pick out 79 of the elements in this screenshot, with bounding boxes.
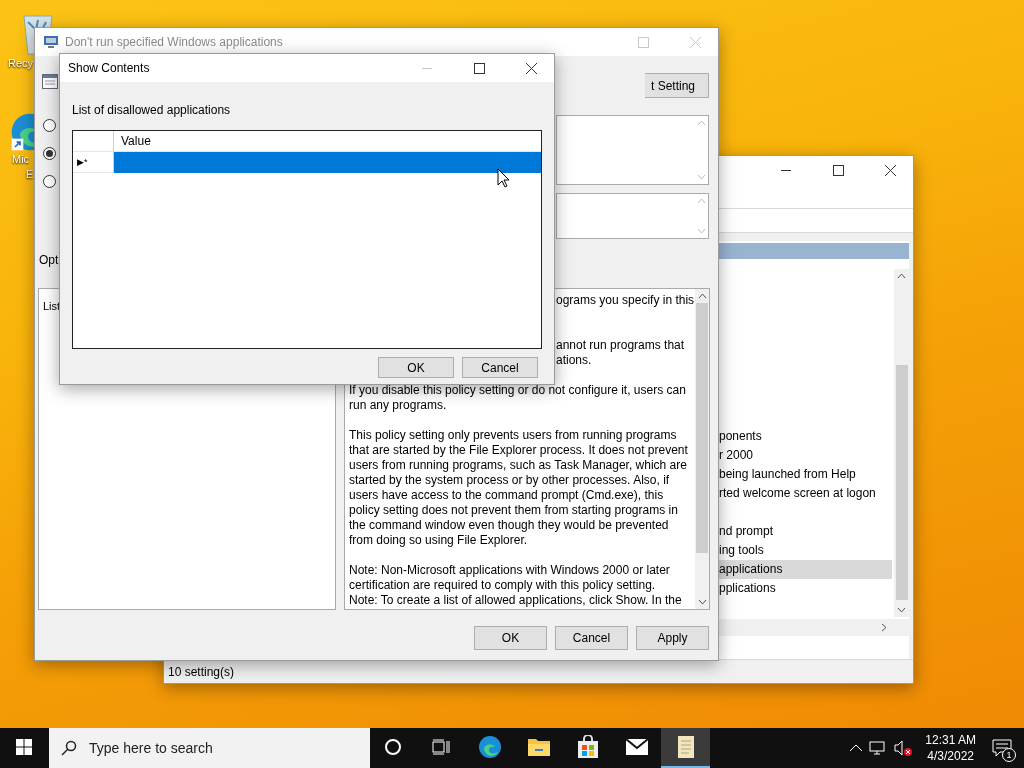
help-text: annot run programs that — [556, 338, 685, 353]
help-text: started by the system process or by other processes. Also, if — [349, 473, 670, 488]
cursor-icon — [497, 168, 510, 188]
arrow-right-icon[interactable] — [881, 623, 887, 632]
help-text: from doing so using File Explorer. — [349, 533, 528, 548]
value-cell[interactable] — [114, 152, 541, 173]
window-title: Don't run specified Windows applications — [65, 35, 283, 49]
help-text: policy setting does not prevent them from starting programs in — [349, 503, 678, 518]
corner-header — [73, 131, 114, 152]
arrow-down-icon[interactable] — [897, 607, 906, 613]
folder-icon — [526, 737, 551, 757]
taskbar-button[interactable] — [661, 728, 710, 768]
help-text: the command window even though they would be prevented — [349, 518, 669, 533]
desktop-icon-label: Recy — [8, 56, 34, 71]
radio-button[interactable] — [43, 147, 56, 160]
help-text: Note: To create a list of allowed applications, click Show. In the — [349, 593, 682, 608]
dialog-button[interactable]: OK — [474, 626, 547, 650]
maximize-icon[interactable] — [473, 62, 485, 74]
window-title: Show Contents — [68, 61, 150, 75]
help-text: If you disable this policy setting or do not configure it, users can — [349, 383, 686, 398]
close-icon[interactable] — [884, 164, 896, 176]
notification-count: 1 — [1002, 748, 1016, 762]
clock-date[interactable]: 4/3/2022 — [927, 748, 974, 764]
radio-button[interactable] — [43, 119, 56, 132]
help-text: This policy setting only prevents users from running programs — [349, 428, 677, 443]
radio-button[interactable] — [43, 175, 56, 188]
list-item[interactable]: pplications — [718, 579, 892, 598]
scrollbar[interactable] — [718, 619, 909, 636]
list-item[interactable]: being launched from Help — [718, 465, 892, 484]
network-icon[interactable] — [869, 740, 888, 756]
list-item[interactable]: rted welcome screen at logon — [718, 484, 892, 503]
arrow-up-icon[interactable] — [897, 273, 906, 279]
status-bar: 10 setting(s) — [164, 659, 913, 683]
help-text: certification are required to comply with this policy setting. — [349, 578, 656, 593]
help-text: users have access to the command prompt (Cmd.exe), this — [349, 488, 664, 503]
desktop-icon-label: Mic — [12, 152, 30, 167]
search-icon — [61, 740, 77, 756]
speech-bubble-icon — [992, 739, 1012, 757]
minimize-icon[interactable] — [781, 169, 791, 171]
list-item[interactable]: ing tools — [718, 541, 892, 560]
clock-time[interactable]: 12:31 AM — [925, 732, 976, 748]
list-item[interactable]: ponents — [718, 427, 892, 446]
list-item[interactable]: nd prompt — [718, 522, 892, 541]
volume-muted-icon[interactable] — [893, 739, 914, 757]
list-label: List of disallowed applications — [72, 103, 231, 117]
list-item[interactable]: r 2000 — [718, 446, 892, 465]
calendar-icon — [42, 73, 58, 89]
notifications-button[interactable]: 1 — [990, 736, 1014, 760]
shopping-bag-icon — [576, 735, 599, 759]
scrollbar[interactable] — [894, 269, 909, 617]
computer-icon — [43, 34, 59, 50]
help-text: that are started by the File Explorer process. It does not prevent — [349, 443, 688, 458]
dialog-button[interactable]: Cancel — [555, 626, 628, 650]
help-text: ations. — [556, 353, 592, 368]
search-field[interactable]: Type here to search — [49, 728, 370, 768]
windows-logo-icon[interactable] — [16, 739, 32, 755]
scroll-icon — [675, 735, 696, 759]
help-text: Note: Non-Microsoft applications with Windows 2000 or later — [349, 563, 670, 578]
close-icon[interactable] — [525, 62, 537, 74]
dialog-button[interactable]: OK — [378, 357, 454, 378]
list-item[interactable]: applications — [718, 560, 892, 579]
dialog-button[interactable]: Cancel — [462, 357, 538, 378]
maximize-icon[interactable] — [832, 164, 844, 176]
help-text: run any programs. — [349, 398, 447, 413]
help-text: users from running programs, such as Task Manager, which are — [349, 458, 687, 473]
circle-icon[interactable] — [384, 738, 402, 756]
next-setting-button[interactable]: t Setting — [645, 73, 709, 98]
help-text: ograms you specify in this — [556, 293, 695, 308]
chevron-up-icon[interactable] — [849, 744, 864, 752]
desktop-icon-label: E — [26, 167, 34, 182]
dialog-button[interactable]: Apply — [636, 626, 709, 650]
envelope-icon — [624, 738, 649, 756]
edge-icon[interactable] — [477, 735, 502, 759]
arrow-up-icon[interactable] — [697, 293, 707, 299]
task-view-icon[interactable] — [431, 739, 450, 755]
arrow-down-icon[interactable] — [697, 599, 707, 605]
scrollbar[interactable] — [695, 289, 709, 609]
option-label: List — [43, 300, 61, 312]
options-label: Opt — [39, 253, 59, 267]
